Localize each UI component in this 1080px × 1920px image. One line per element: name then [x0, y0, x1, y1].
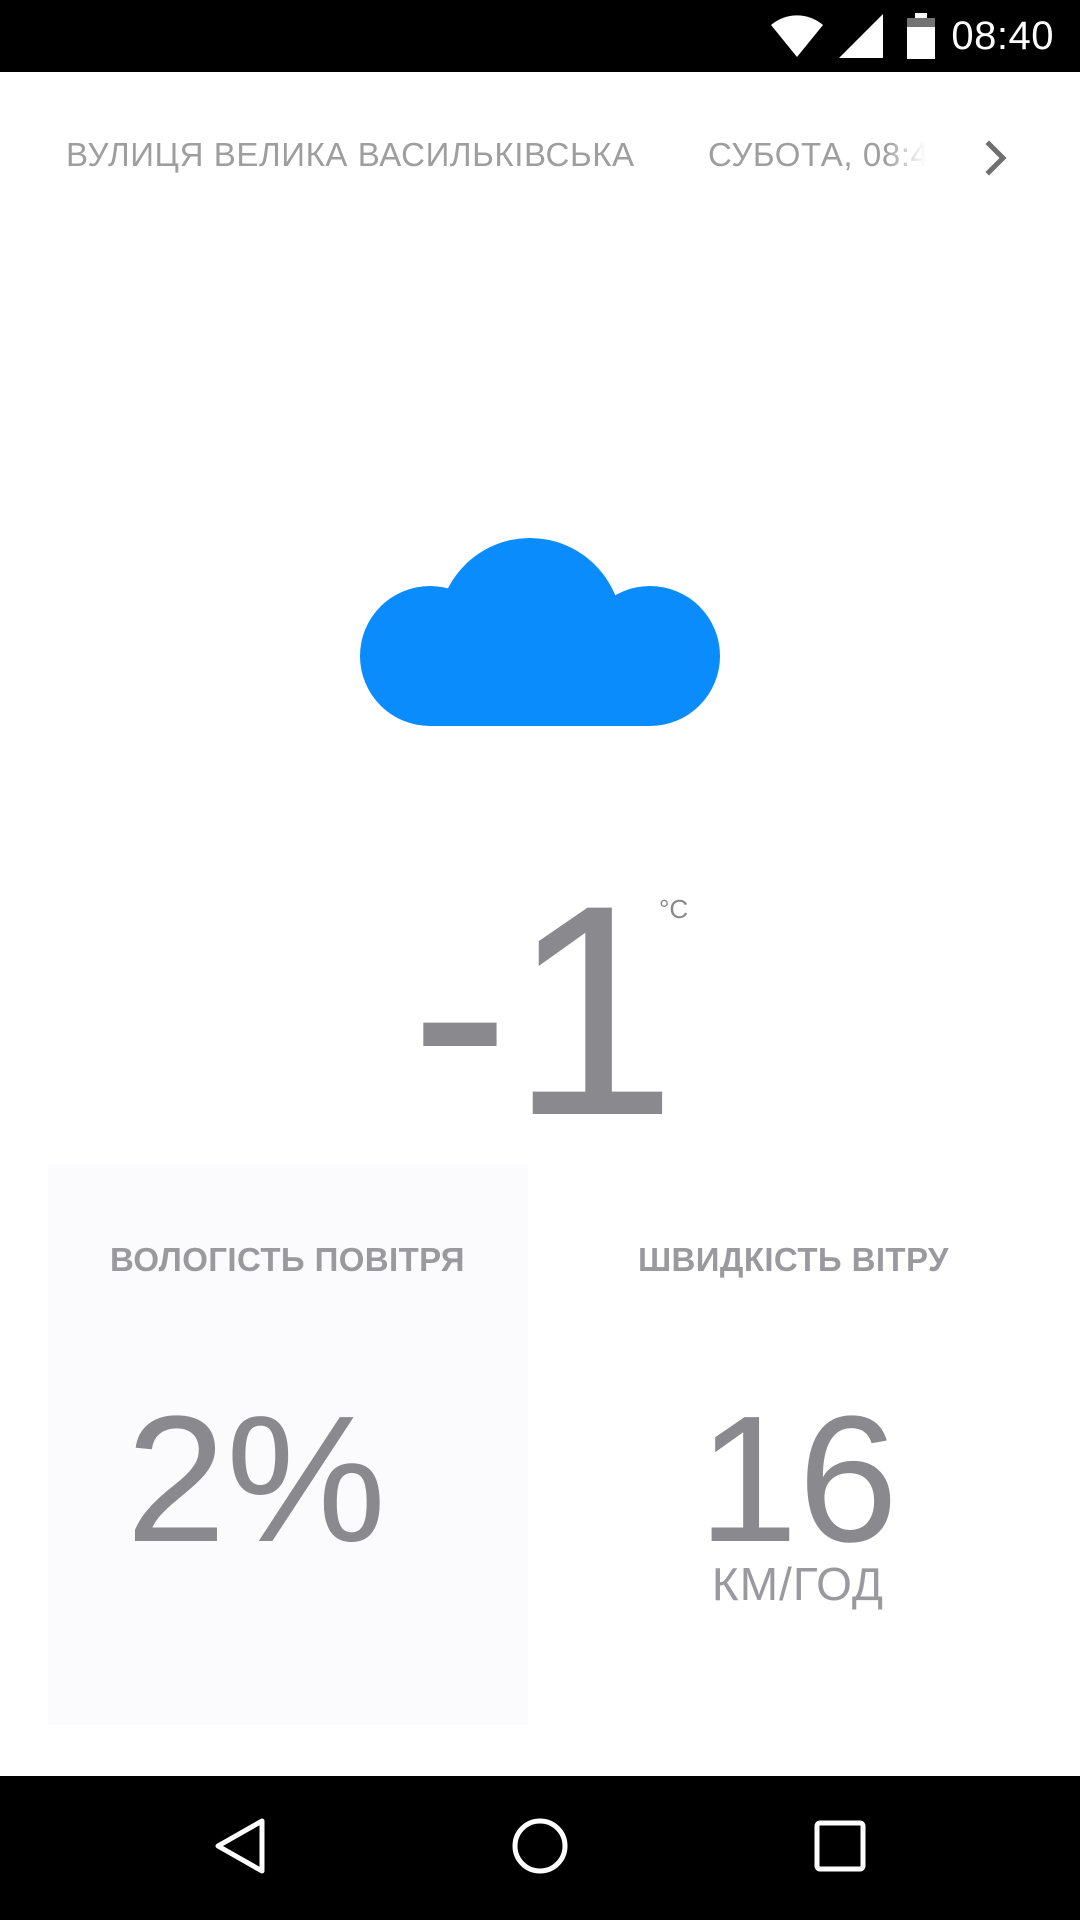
wind-label: ШВИДКІСТЬ ВІТРУ [638, 1241, 949, 1278]
wind-value: 16 [697, 1379, 899, 1580]
cloud-icon [360, 538, 720, 728]
home-icon [510, 1816, 570, 1881]
status-time: 08:40 [951, 13, 1054, 58]
humidity-value: 2% [125, 1379, 387, 1580]
wind-unit: КМ/ГОД [711, 1558, 885, 1610]
status-bar: 08:40 [0, 0, 1080, 72]
chevron-right-icon [981, 138, 1011, 183]
status-icons: 08:40 [769, 0, 1080, 72]
weather-screen: 08:40 ВУЛИЦЯ ВЕЛИКА ВАСИЛЬКІВСЬКА СУБОТА… [0, 0, 1080, 1920]
wind-card[interactable]: ШВИДКІСТЬ ВІТРУ 16 КМ/ГОД [576, 1165, 1056, 1725]
back-button[interactable] [160, 1776, 320, 1920]
recents-icon [813, 1819, 867, 1878]
date-fade-overlay [886, 136, 926, 174]
back-icon [212, 1816, 268, 1881]
date-time-container: СУБОТА, 08:40 [708, 136, 926, 174]
signal-icon [839, 14, 884, 58]
humidity-card[interactable]: ВОЛОГІСТЬ ПОВІТРЯ 2% [48, 1165, 528, 1725]
wifi-icon [769, 15, 825, 57]
temperature-value: -1 [410, 842, 677, 1178]
battery-icon [907, 13, 936, 59]
next-button[interactable] [968, 132, 1024, 188]
navigation-bar [0, 1776, 1080, 1920]
recents-button[interactable] [760, 1776, 920, 1920]
temperature-unit: °C [659, 894, 689, 924]
home-button[interactable] [460, 1776, 620, 1920]
header: ВУЛИЦЯ ВЕЛИКА ВАСИЛЬКІВСЬКА СУБОТА, 08:4… [0, 72, 1080, 240]
humidity-label: ВОЛОГІСТЬ ПОВІТРЯ [110, 1241, 465, 1278]
location-title[interactable]: ВУЛИЦЯ ВЕЛИКА ВАСИЛЬКІВСЬКА [66, 136, 635, 174]
